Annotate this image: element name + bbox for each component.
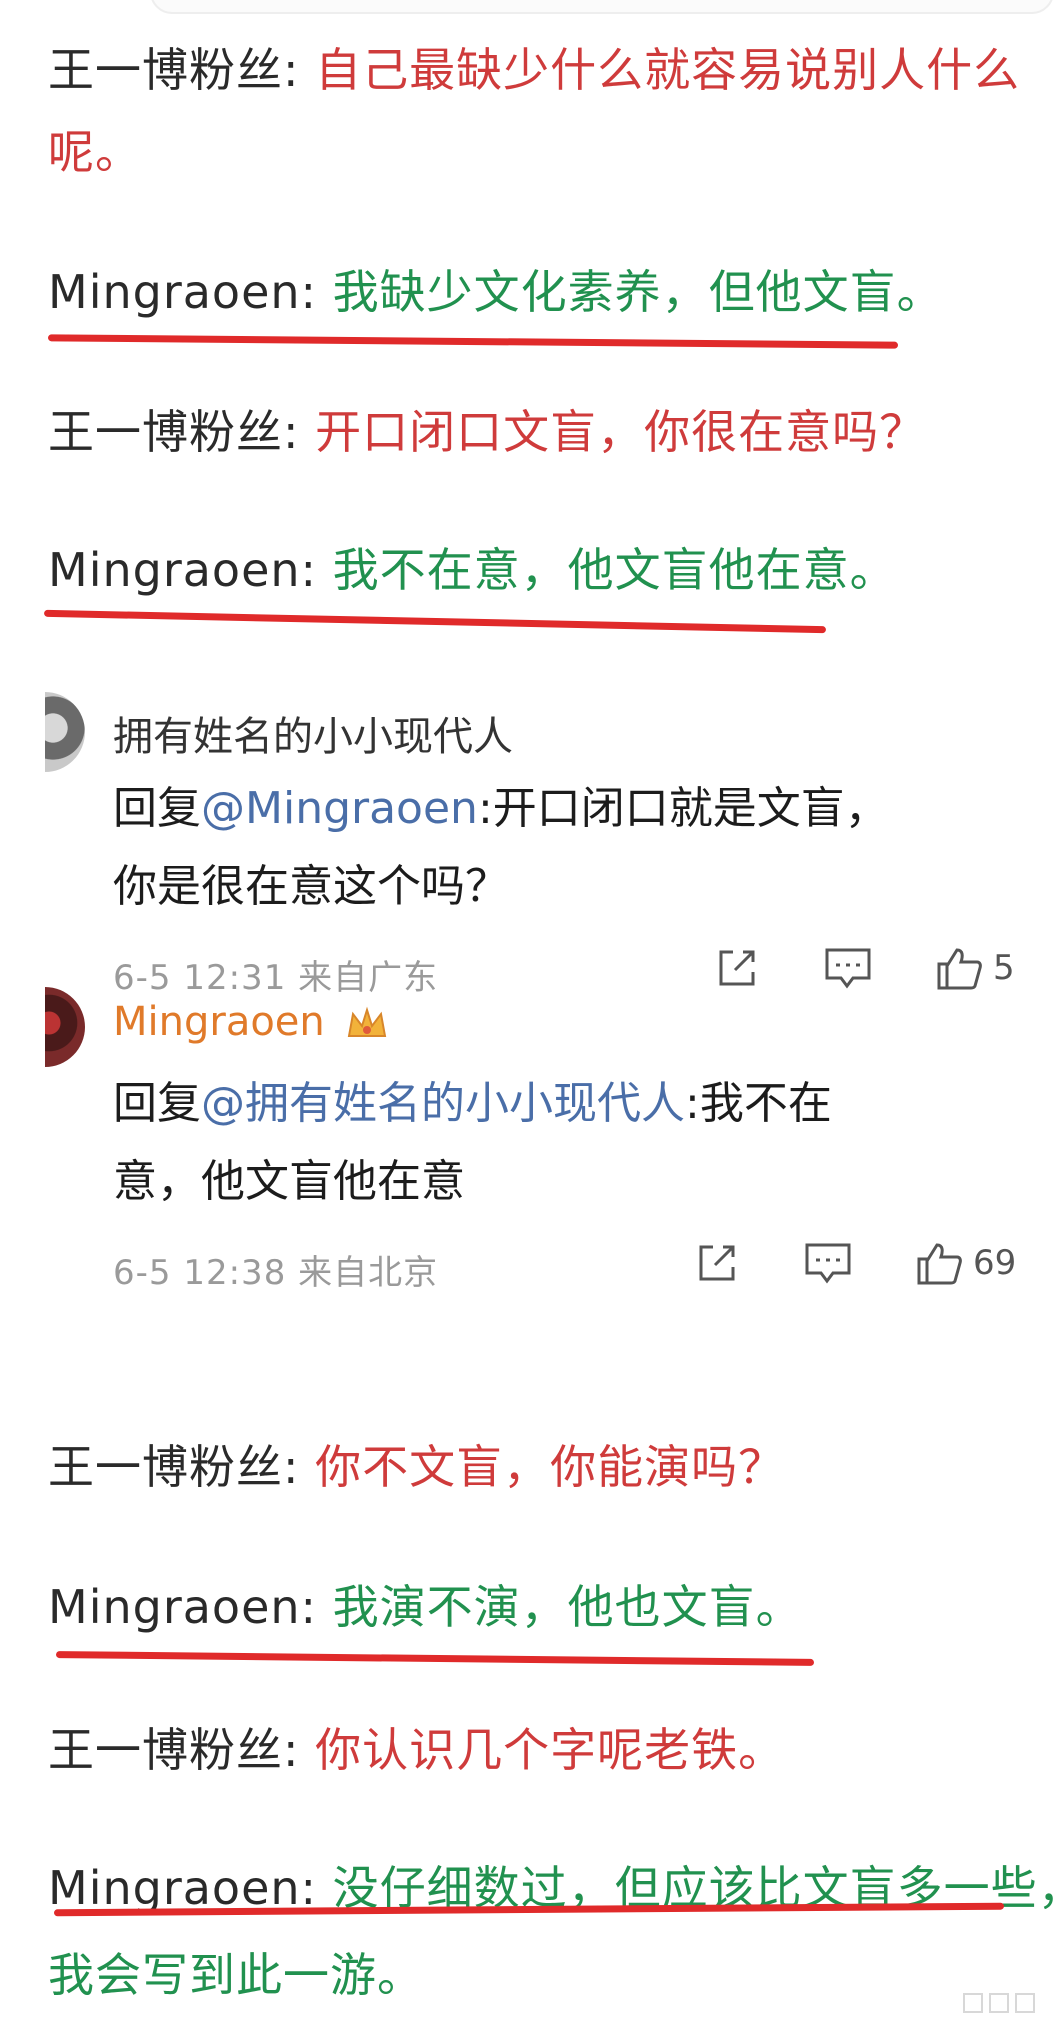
like-count: 69 — [973, 1243, 1017, 1283]
mingraoen-message-continued: 我会写到此一游。 — [48, 1948, 424, 2002]
comment-meta: 6-5 12:38 来自北京 — [113, 1245, 438, 1294]
comment-username[interactable]: Mingraoen — [113, 999, 389, 1045]
dialogue-line-mingraoen-4: Mingraoen: 没仔细数过，但应该比文盲多一些， — [48, 1848, 1064, 1928]
mention-link[interactable]: @拥有姓名的小小现代人 — [201, 1078, 685, 1129]
dialogue-line-fan-2: 王一博粉丝: 开口闭口文盲，你很在意吗？ — [48, 392, 1044, 472]
like-button[interactable]: 69 — [915, 1239, 1016, 1287]
like-button[interactable]: 5 — [935, 944, 1015, 992]
speaker-name: Mingraoen — [48, 1580, 301, 1634]
dialogue-line-mingraoen-1: Mingraoen: 我缺少文化素养，但他文盲。 — [48, 252, 1044, 332]
reply-prefix: 回复 — [113, 1078, 201, 1129]
dialogue-line-fan-4: 王一博粉丝: 你认识几个字呢老铁。 — [48, 1710, 1044, 1790]
avatar — [45, 692, 85, 772]
speaker-name: 王一博粉丝 — [48, 1440, 283, 1494]
fan-message: 自己最缺少什么就容易说别人什么 — [315, 43, 1021, 97]
speaker-name: Mingraoen — [48, 265, 301, 319]
dialogue-line-fan-1: 王一博粉丝: 自己最缺少什么就容易说别人什么 — [48, 30, 1044, 110]
comment-text: :我不在 — [685, 1078, 832, 1129]
avatar — [45, 987, 85, 1067]
share-icon[interactable] — [693, 1239, 741, 1287]
top-search-bar-edge — [150, 0, 1054, 14]
like-icon — [917, 1243, 962, 1285]
comment-username[interactable]: 拥有姓名的小小现代人 — [113, 704, 513, 762]
dialogue-line-mingraoen-2: Mingraoen: 我不在意，他文盲他在意。 — [48, 530, 1044, 610]
comment-date: 6-5 12:31 — [113, 958, 287, 998]
comment-location: 来自北京 — [298, 1253, 439, 1293]
red-underline — [47, 334, 899, 349]
share-icon[interactable] — [713, 944, 761, 992]
comment-text: :开口闭口就是文盲， — [477, 783, 889, 834]
dialogue-line-mingraoen-4-cont: 我会写到此一游。 — [48, 1935, 1044, 2015]
comment-body: 回复@拥有姓名的小小现代人:我不在意，他文盲他在意 — [113, 1065, 1033, 1221]
comment-actions: 69 — [693, 1239, 1016, 1287]
comment-text: 意，他文盲他在意 — [113, 1156, 465, 1207]
speaker-colon: : — [300, 1580, 318, 1634]
crown-icon — [348, 1006, 387, 1037]
comment-actions: 5 — [713, 944, 1015, 992]
fan-message: 你不文盲，你能演吗？ — [315, 1440, 786, 1494]
fan-message: 你认识几个字呢老铁。 — [315, 1723, 786, 1777]
speaker-name: 王一博粉丝 — [48, 405, 283, 459]
speaker-colon: : — [283, 405, 300, 459]
dialogue-line-fan-1-cont: 呢。 — [48, 112, 1044, 192]
reply-prefix: 回复 — [113, 783, 201, 834]
speaker-colon: : — [283, 43, 300, 97]
dialogue-line-mingraoen-3: Mingraoen: 我演不演，他也文盲。 — [48, 1567, 1044, 1647]
speaker-name: 王一博粉丝 — [48, 43, 283, 97]
comment-location: 来自广东 — [298, 958, 439, 998]
mingraoen-message: 我演不演，他也文盲。 — [332, 1580, 803, 1634]
mention-link[interactable]: @Mingraoen — [201, 783, 478, 834]
watermark-icon — [963, 1993, 1035, 2013]
red-underline — [44, 609, 826, 634]
red-underline — [55, 1651, 815, 1666]
mingraoen-message: 我不在意，他文盲他在意。 — [332, 543, 897, 597]
fan-message: 开口闭口文盲，你很在意吗？ — [315, 405, 927, 459]
mingraoen-message: 我缺少文化素养，但他文盲。 — [332, 265, 944, 319]
like-count: 5 — [993, 948, 1015, 988]
embedded-comment-screenshot: 拥有姓名的小小现代人 回复@Mingraoen:开口闭口就是文盲， 你是很在意这个… — [45, 672, 1064, 1312]
comment-date: 6-5 12:38 — [113, 1253, 287, 1293]
speaker-colon: : — [300, 265, 318, 319]
speaker-colon: : — [283, 1440, 300, 1494]
comment-meta: 6-5 12:31 来自广东 — [113, 950, 438, 999]
fan-message-continued: 呢。 — [48, 125, 142, 179]
comment-body: 回复@Mingraoen:开口闭口就是文盲， 你是很在意这个吗？ — [113, 770, 1033, 926]
speaker-colon: : — [300, 543, 318, 597]
comment-icon[interactable] — [823, 944, 873, 992]
dialogue-line-fan-3: 王一博粉丝: 你不文盲，你能演吗？ — [48, 1427, 1044, 1507]
comment-text: 你是很在意这个吗？ — [113, 861, 509, 912]
comment-icon[interactable] — [803, 1239, 853, 1287]
speaker-name: 王一博粉丝 — [48, 1723, 283, 1777]
like-icon — [937, 948, 982, 990]
speaker-name: Mingraoen — [48, 543, 301, 597]
speaker-colon: : — [283, 1723, 300, 1777]
